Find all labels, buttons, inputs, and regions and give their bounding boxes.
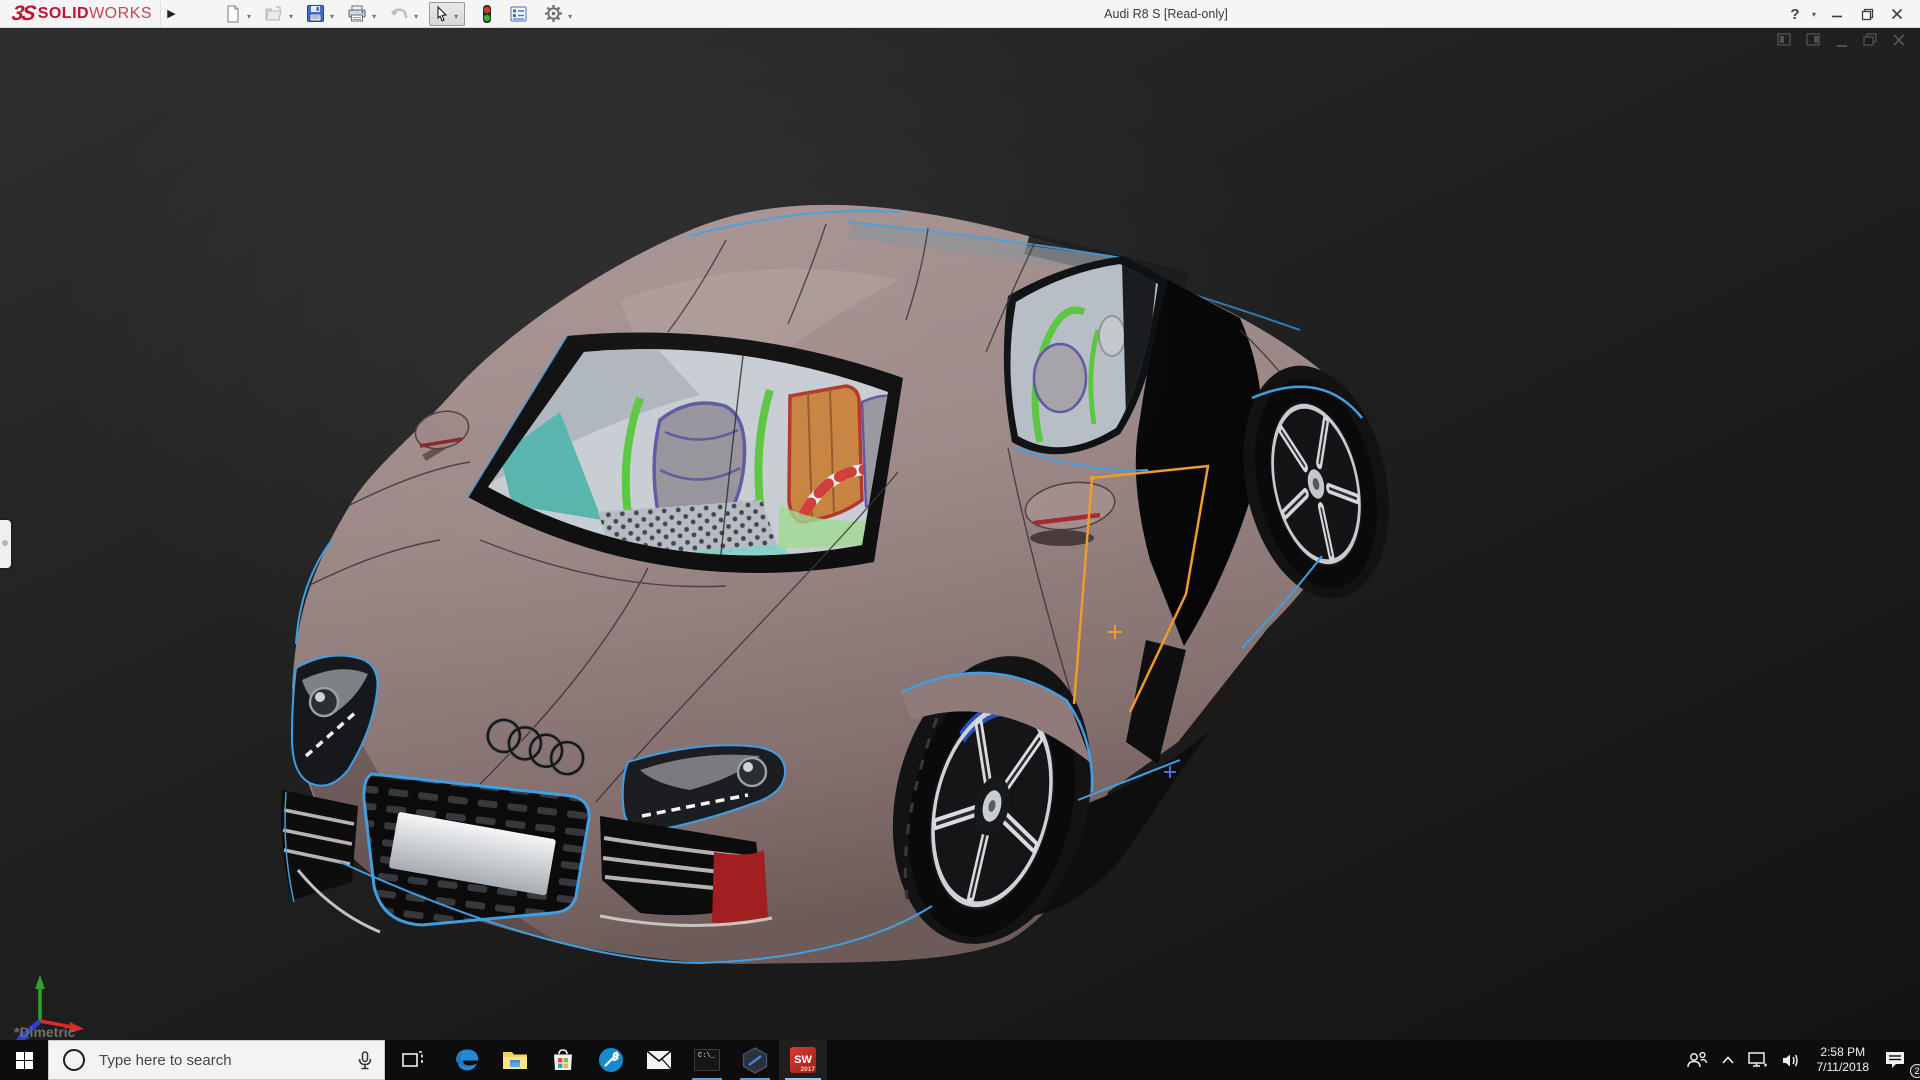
taskbar-search[interactable]	[48, 1040, 385, 1080]
gear-icon	[545, 5, 563, 22]
microphone-icon[interactable]	[358, 1050, 372, 1070]
taskbar-app-file-explorer[interactable]	[491, 1040, 539, 1080]
help-dropdown-caret[interactable]: ▾	[1808, 10, 1820, 19]
document-window-controls	[1777, 33, 1906, 50]
menu-expand-arrow[interactable]: ▶	[160, 1, 182, 26]
open-button[interactable]	[262, 2, 286, 26]
graphics-viewport[interactable]: *Dimetric	[0, 28, 1920, 1044]
network-button[interactable]	[1741, 1040, 1775, 1080]
cortana-icon	[63, 1049, 85, 1071]
folder-open-icon	[265, 5, 282, 20]
undo-button[interactable]	[387, 2, 411, 26]
command-prompt-icon: C:\_	[694, 1049, 720, 1071]
hexagon-app-icon	[742, 1046, 768, 1074]
properties-list-button[interactable]	[507, 2, 530, 26]
people-button[interactable]	[1679, 1040, 1715, 1080]
car-model-audi-r8[interactable]	[0, 28, 1920, 1040]
red-accent	[712, 850, 768, 926]
new-document-button[interactable]	[222, 2, 244, 26]
undo-arrow-icon	[391, 8, 408, 19]
windows-logo-icon	[15, 1051, 33, 1069]
minimize-icon	[1832, 15, 1842, 18]
pane-right-icon[interactable]	[1806, 33, 1821, 47]
action-center-icon	[1886, 1052, 1904, 1068]
help-button[interactable]: ?	[1786, 1, 1804, 27]
task-view-button[interactable]	[388, 1040, 436, 1080]
left-air-intake	[281, 790, 358, 900]
options-button[interactable]	[542, 2, 565, 26]
floppy-icon	[307, 5, 325, 22]
y-axis-arrow	[35, 975, 45, 989]
taskbar-app-mail[interactable]	[635, 1040, 683, 1080]
taskbar-app-hexagon[interactable]	[731, 1040, 779, 1080]
edge-icon	[456, 1049, 478, 1071]
restore-icon	[1861, 8, 1873, 20]
close-button[interactable]	[1884, 1, 1910, 27]
view-orientation-label: *Dimetric	[14, 1024, 76, 1040]
page-icon	[227, 5, 239, 22]
undo-dropdown-caret[interactable]: ▾	[414, 12, 418, 21]
close-icon	[1891, 8, 1903, 20]
clock[interactable]: 2:58 PM 7/11/2018	[1809, 1040, 1878, 1080]
options-dropdown-caret[interactable]: ▾	[568, 12, 572, 21]
chevron-up-icon	[1721, 1056, 1734, 1064]
mail-icon	[646, 1050, 672, 1070]
stoplight-tool-button[interactable]	[479, 2, 495, 26]
solidworks-2017-icon: SW 2017	[790, 1047, 816, 1073]
traffic-light-icon	[483, 4, 492, 23]
tray-date: 7/11/2018	[1816, 1060, 1870, 1074]
taskbar-app-edge[interactable]	[443, 1040, 491, 1080]
store-icon	[554, 1049, 572, 1070]
search-input[interactable]	[97, 1050, 358, 1070]
window-controls: ? ▾	[1786, 0, 1910, 28]
print-dropdown-caret[interactable]: ▾	[372, 12, 376, 21]
window-title: Audi R8 S [Read-only]	[1104, 7, 1228, 21]
action-center-button[interactable]: 2	[1877, 1040, 1920, 1080]
solidworks-logo: 3S SOLID WORKS	[10, 1, 153, 25]
doc-restore-icon[interactable]	[1863, 33, 1878, 47]
doc-minimize-icon[interactable]	[1835, 36, 1849, 50]
doc-close-icon[interactable]	[1892, 33, 1906, 47]
system-tray: 2:58 PM 7/11/2018 2	[1679, 1040, 1920, 1080]
new-dropdown-caret[interactable]: ▾	[247, 12, 251, 21]
taskbar: C:\_ SW 2017	[0, 1040, 1920, 1080]
interior-orange-panel	[787, 384, 864, 524]
cursor-icon	[437, 5, 448, 22]
speaker-icon	[1782, 1054, 1798, 1066]
select-button[interactable]: ▾	[429, 1, 466, 26]
taskbar-app-store[interactable]	[539, 1040, 587, 1080]
file-explorer-icon	[503, 1052, 527, 1069]
wrench-circle-icon	[599, 1048, 623, 1072]
network-icon	[1747, 1051, 1767, 1067]
titlebar: 3S SOLID WORKS ▶ ▾ ▾ ▾ ▾ ▾ ▾ ▾ Audi R8 S…	[0, 0, 1920, 28]
print-button[interactable]	[345, 2, 369, 26]
people-icon	[1686, 1051, 1707, 1068]
taskbar-app-settings-tool[interactable]	[587, 1040, 635, 1080]
tray-time: 2:58 PM	[1820, 1045, 1866, 1059]
save-button[interactable]	[304, 2, 327, 26]
screen: 3S SOLID WORKS ▶ ▾ ▾ ▾ ▾ ▾ ▾ ▾ Audi R8 S…	[0, 0, 1920, 1080]
open-dropdown-caret[interactable]: ▾	[289, 12, 293, 21]
minimize-button[interactable]	[1824, 1, 1850, 27]
pane-left-icon[interactable]	[1777, 33, 1792, 47]
notification-badge: 2	[1910, 1064, 1920, 1078]
list-icon	[510, 6, 527, 21]
printer-icon	[348, 5, 366, 21]
start-button[interactable]	[0, 1040, 48, 1080]
restore-button[interactable]	[1854, 1, 1880, 27]
taskbar-app-command-prompt[interactable]: C:\_	[683, 1040, 731, 1080]
tray-overflow-chevron[interactable]	[1715, 1040, 1741, 1080]
select-dropdown-caret[interactable]: ▾	[454, 12, 458, 21]
taskbar-app-solidworks[interactable]: SW 2017	[779, 1040, 827, 1080]
task-view-icon	[401, 1051, 423, 1067]
solidworks-logo-mark: 3S	[10, 1, 36, 25]
volume-button[interactable]	[1775, 1040, 1809, 1080]
save-dropdown-caret[interactable]: ▾	[330, 12, 334, 21]
quick-access-toolbar: ▾ ▾ ▾ ▾ ▾ ▾ ▾	[222, 1, 581, 26]
front-grille[interactable]	[362, 772, 591, 927]
